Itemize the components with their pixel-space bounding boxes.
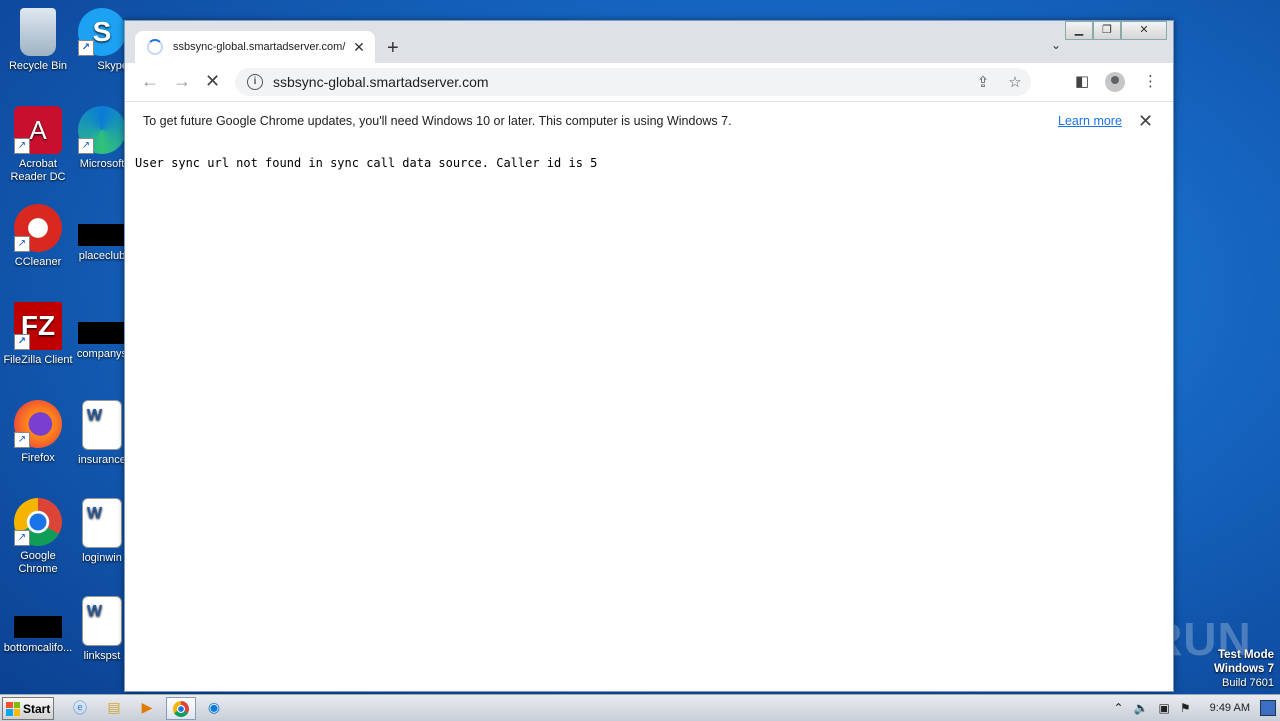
file-explorer-taskbar-icon[interactable]: ▤ <box>100 697 128 718</box>
page-text: User sync url not found in sync call dat… <box>135 156 598 170</box>
desktop-icon-google-chrome[interactable]: ↗ Google Chrome <box>0 498 76 576</box>
edge-icon: ↗ <box>78 106 126 154</box>
menu-kebab-icon[interactable]: ⋮ <box>1143 72 1158 90</box>
word-document-icon: W <box>82 596 122 646</box>
shortcut-arrow-icon: ↗ <box>14 138 30 154</box>
address-url[interactable]: ssbsync-global.smartadserver.com <box>273 74 967 90</box>
desktop-icon-label: CCleaner <box>14 256 62 268</box>
file-thumbnail-icon <box>78 322 126 344</box>
windows-logo-icon <box>6 701 20 716</box>
chrome-taskbar-icon[interactable] <box>166 697 196 720</box>
desktop-icon-label: Acrobat Reader DC <box>10 158 66 183</box>
infobar-close-icon[interactable]: ✕ <box>1138 111 1153 132</box>
word-document-icon: W <box>82 400 122 450</box>
skype-icon: S ↗ <box>78 8 126 56</box>
desktop-icon-ccleaner[interactable]: ↗ CCleaner <box>0 204 76 269</box>
desktop-icon-label: insurance <box>78 454 126 466</box>
show-desktop-button[interactable] <box>1260 700 1276 716</box>
desktop-icon-filezilla[interactable]: FZ ↗ FileZilla Client <box>0 302 76 367</box>
filezilla-icon: FZ ↗ <box>14 302 62 350</box>
desktop-icon-label: Firefox <box>21 452 55 464</box>
shortcut-arrow-icon: ↗ <box>78 138 94 154</box>
update-infobar: To get future Google Chrome updates, you… <box>125 101 1173 143</box>
file-thumbnail-icon <box>14 616 62 638</box>
new-tab-button[interactable]: + <box>387 37 399 60</box>
shortcut-arrow-icon: ↗ <box>14 236 30 252</box>
desktop-icon-bottomcalifo[interactable]: bottomcalifo... <box>0 596 76 655</box>
tray-expand-icon[interactable]: ⌃ <box>1114 701 1124 715</box>
desktop-icon-microsoft-edge[interactable]: ↗ Microsoft <box>72 106 132 171</box>
ccleaner-icon: ↗ <box>14 204 62 252</box>
system-tray: ⌃ 🔈 ▣ ⚑ 9:49 AM <box>1109 695 1280 721</box>
back-arrow-icon[interactable]: ← <box>141 71 159 92</box>
desktop-icon-label: Google Chrome <box>18 550 58 575</box>
tab-search-chevron-icon[interactable]: ⌄ <box>1051 38 1061 52</box>
desktop-icon-label: companys <box>76 348 128 360</box>
page-content: User sync url not found in sync call dat… <box>125 142 1173 691</box>
desktop-icon-label: Microsoft <box>79 158 125 170</box>
desktop-icon-loginwin[interactable]: W loginwin <box>72 498 132 565</box>
media-player-taskbar-icon[interactable]: ▶ <box>133 697 161 718</box>
acrobat-reader-icon: A ↗ <box>14 106 62 154</box>
tab-close-icon[interactable]: ✕ <box>349 39 369 56</box>
test-mode-notice: Test Mode Windows 7 Build 7601 <box>1214 648 1274 690</box>
chrome-window: ▁ ❐ ✕ ssbsync-global.smartadserver.com/ … <box>124 20 1174 692</box>
desktop-icon-insurance[interactable]: W insurance <box>72 400 132 467</box>
recycle-bin-icon <box>20 8 56 56</box>
bookmark-star-icon[interactable]: ☆ <box>999 73 1031 91</box>
taskbar: Start ⓔ ▤ ▶ ◉ ⌃ 🔈 ▣ ⚑ 9:49 AM <box>0 694 1280 721</box>
start-button[interactable]: Start <box>2 697 54 720</box>
desktop-icon-placeclub[interactable]: placeclub <box>72 204 132 263</box>
edge-taskbar-icon[interactable]: ◉ <box>200 697 228 718</box>
loading-spinner-icon <box>147 39 163 55</box>
windows-version-line: Windows 7 <box>1214 663 1274 675</box>
chrome-icon: ↗ <box>14 498 62 546</box>
forward-arrow-icon[interactable]: → <box>173 71 191 92</box>
address-bar[interactable]: i ssbsync-global.smartadserver.com ⇪ ☆ <box>235 68 1031 96</box>
shortcut-arrow-icon: ↗ <box>14 432 30 448</box>
desktop-icon-firefox[interactable]: ↗ Firefox <box>0 400 76 465</box>
shortcut-arrow-icon: ↗ <box>14 334 30 350</box>
desktop-icon-label: bottomcalifo... <box>3 642 73 654</box>
desktop-icon-label: Skype <box>97 60 128 72</box>
desktop-icon-label: Recycle Bin <box>8 60 68 72</box>
toolbar: ← → ✕ i ssbsync-global.smartadserver.com… <box>125 63 1173 101</box>
desktop-icon-label: FileZilla Client <box>3 354 73 366</box>
test-mode-line: Test Mode <box>1217 649 1274 661</box>
shortcut-arrow-icon: ↗ <box>78 40 94 56</box>
desktop-icon-recycle-bin[interactable]: Recycle Bin <box>0 8 76 73</box>
file-thumbnail-icon <box>78 224 126 246</box>
build-line: Build 7601 <box>1222 677 1274 689</box>
internet-explorer-taskbar-icon[interactable]: ⓔ <box>66 697 94 718</box>
volume-icon[interactable]: 🔈 <box>1134 701 1149 715</box>
desktop-icon-linkspst[interactable]: W linkspst <box>72 596 132 663</box>
desktop-icon-label: loginwin <box>82 552 122 564</box>
stop-loading-icon[interactable]: ✕ <box>205 71 220 92</box>
action-center-flag-icon[interactable]: ⚑ <box>1180 701 1191 715</box>
tab-strip: ssbsync-global.smartadserver.com/ ✕ + ⌄ <box>125 29 1173 63</box>
side-panel-icon[interactable]: ◧ <box>1075 72 1089 90</box>
learn-more-link[interactable]: Learn more <box>1058 114 1122 128</box>
desktop-icon-acrobat[interactable]: A ↗ Acrobat Reader DC <box>0 106 76 184</box>
tab-active[interactable]: ssbsync-global.smartadserver.com/ ✕ <box>135 31 375 63</box>
profile-avatar-icon[interactable] <box>1105 72 1125 96</box>
share-icon[interactable]: ⇪ <box>967 73 999 91</box>
word-document-icon: W <box>82 498 122 548</box>
start-label: Start <box>23 701 51 716</box>
desktop-icon-companys[interactable]: companys <box>72 302 132 361</box>
network-icon[interactable]: ▣ <box>1159 701 1170 715</box>
shortcut-arrow-icon: ↗ <box>14 530 30 546</box>
desktop-icon-label: linkspst <box>83 650 121 662</box>
firefox-icon: ↗ <box>14 400 62 448</box>
infobar-message: To get future Google Chrome updates, you… <box>143 114 732 128</box>
site-info-icon[interactable]: i <box>247 74 263 90</box>
desktop-icon-skype[interactable]: S ↗ Skype <box>72 8 132 73</box>
clock[interactable]: 9:49 AM <box>1210 702 1250 714</box>
tab-title: ssbsync-global.smartadserver.com/ <box>173 41 346 53</box>
desktop-icon-label: placeclub <box>78 250 126 262</box>
